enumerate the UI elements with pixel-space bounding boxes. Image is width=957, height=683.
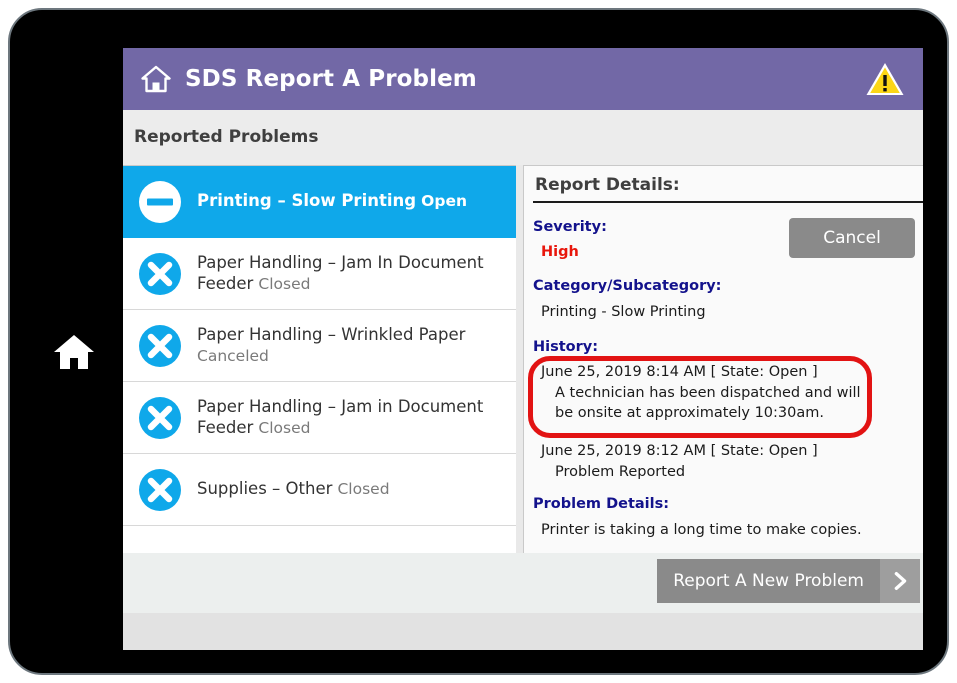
chevron-right-icon (880, 559, 920, 603)
history-entry: June 25, 2019 8:14 AM [ State: Open ] A … (541, 364, 881, 423)
screen-footer (123, 613, 923, 650)
list-item-title: Paper Handling – Jam in Document Feeder (197, 396, 484, 437)
list-item-status: Closed (258, 274, 311, 293)
reported-problems-list[interactable]: Printing – Slow Printing Open Paper Hand… (123, 165, 516, 553)
list-item[interactable]: Paper Handling – Jam In Document Feeder … (123, 238, 516, 310)
x-circle-icon (137, 395, 183, 441)
report-new-label: Report A New Problem (657, 559, 880, 603)
report-details-panel: Report Details: Cancel Severity: High Ca… (523, 165, 923, 553)
history-entry: June 25, 2019 8:12 AM [ State: Open ] Pr… (541, 443, 881, 483)
history-note: A technician has been dispatched and wil… (555, 385, 861, 421)
list-item[interactable]: Paper Handling – Jam in Document Feeder … (123, 382, 516, 454)
list-item-status: Closed (258, 418, 311, 437)
list-item-title: Paper Handling – Wrinkled Paper (197, 325, 466, 344)
problem-details-label: Problem Details: (533, 496, 670, 512)
list-item-status: Closed (337, 480, 390, 499)
content-area: Printing – Slow Printing Open Paper Hand… (123, 165, 923, 553)
list-item[interactable]: Printing – Slow Printing Open (123, 166, 516, 238)
history-label: History: (533, 339, 599, 355)
list-item-status: Open (421, 192, 467, 211)
page-title: SDS Report A Problem (185, 66, 477, 92)
minus-circle-icon (137, 179, 183, 225)
list-item[interactable]: Paper Handling – Wrinkled Paper Canceled (123, 310, 516, 382)
pane-divider (516, 165, 523, 553)
warning-triangle-icon[interactable] (865, 61, 905, 97)
report-a-new-problem-button[interactable]: Report A New Problem (657, 559, 920, 603)
subheader-bar: Reported Problems (123, 110, 923, 165)
list-item-title: Printing – Slow Printing (197, 191, 417, 211)
list-item-status: Canceled (197, 346, 269, 365)
category-label: Category/Subcategory: (533, 278, 722, 294)
history-note: Problem Reported (555, 464, 686, 480)
cancel-button[interactable]: Cancel (789, 218, 915, 258)
x-circle-icon (137, 251, 183, 297)
severity-label: Severity: (533, 219, 607, 235)
history-timestamp: June 25, 2019 8:12 AM [ State: Open ] (541, 443, 818, 459)
list-item-title: Paper Handling – Jam In Document Feeder (197, 252, 484, 293)
device-bezel: SDS Report A Problem Reported Problems P… (8, 8, 949, 675)
x-circle-icon (137, 323, 183, 369)
category-value: Printing - Slow Printing (541, 304, 706, 320)
list-item[interactable]: Supplies – Other Closed (123, 454, 516, 526)
heading-divider (533, 201, 923, 203)
home-icon[interactable] (141, 64, 171, 94)
action-bar: Report A New Problem (123, 553, 923, 613)
problem-details-value: Printer is taking a long time to make co… (541, 522, 862, 538)
subheader-title: Reported Problems (134, 127, 319, 147)
history-timestamp: June 25, 2019 8:14 AM [ State: Open ] (541, 364, 818, 380)
list-item-title: Supplies – Other (197, 479, 333, 499)
x-circle-icon (137, 467, 183, 513)
severity-value: High (541, 244, 579, 260)
app-title-bar: SDS Report A Problem (123, 48, 923, 110)
printer-touchscreen: SDS Report A Problem Reported Problems P… (123, 48, 923, 650)
home-icon[interactable] (52, 330, 96, 374)
report-details-heading: Report Details: (535, 175, 680, 195)
